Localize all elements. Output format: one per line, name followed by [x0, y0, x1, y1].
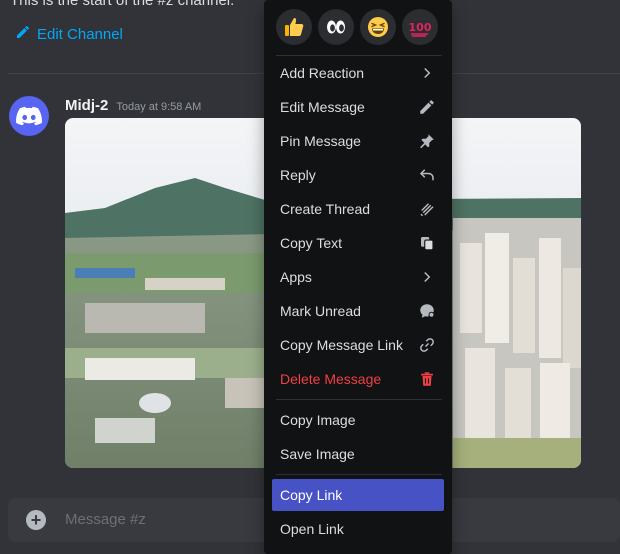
copy-icon	[418, 234, 436, 252]
menu-item-label: Edit Message	[280, 99, 365, 115]
chevron-right-icon	[418, 268, 436, 286]
menu-item-label: Apps	[280, 269, 312, 285]
menu-item-add-reaction[interactable]: Add Reaction	[272, 57, 444, 89]
message-timestamp: Today at 9:58 AM	[116, 101, 202, 113]
channel-intro-text: This is the start of the #z channel.	[10, 0, 235, 9]
menu-item-label: Pin Message	[280, 133, 361, 149]
reaction-thumbs-up[interactable]	[276, 9, 312, 45]
menu-item-pin-message[interactable]: Pin Message	[272, 125, 444, 157]
svg-text:100: 100	[409, 21, 432, 34]
message-author[interactable]: Midj-2	[65, 97, 108, 114]
menu-item-create-thread[interactable]: Create Thread	[272, 193, 444, 225]
message-input[interactable]: Message #z	[65, 511, 146, 528]
hundred-points-icon: 100	[409, 21, 432, 37]
menu-item-edit-message[interactable]: Edit Message	[272, 91, 444, 123]
menu-item-label: Delete Message	[280, 371, 382, 387]
quick-reactions: 100	[276, 9, 438, 45]
reaction-grinning-squinting-face[interactable]	[360, 9, 396, 45]
edit-channel-label: Edit Channel	[37, 25, 123, 43]
menu-item-label: Mark Unread	[280, 303, 361, 319]
link-icon	[418, 336, 436, 354]
thread-icon	[418, 200, 436, 218]
chevron-right-icon	[418, 64, 436, 82]
eyes-icon	[327, 20, 345, 34]
message-context-menu: 100 Add Reaction Edit Message Pin Messag…	[264, 0, 452, 554]
menu-divider	[276, 474, 442, 475]
menu-item-reply[interactable]: Reply	[272, 159, 444, 191]
menu-item-copy-message-link[interactable]: Copy Message Link	[272, 329, 444, 361]
menu-divider	[276, 399, 442, 400]
menu-item-mark-unread[interactable]: Mark Unread	[272, 295, 444, 327]
grinning-squinting-face-icon	[368, 17, 388, 37]
pencil-icon	[418, 98, 436, 116]
trash-icon	[418, 370, 436, 388]
discord-logo-icon	[16, 106, 42, 126]
menu-item-delete-message[interactable]: Delete Message	[272, 363, 444, 395]
reply-icon	[418, 166, 436, 184]
menu-item-label: Copy Message Link	[280, 337, 403, 353]
menu-item-open-link[interactable]: Open Link	[272, 513, 444, 545]
menu-item-copy-link[interactable]: Copy Link	[272, 479, 444, 511]
pin-icon	[418, 132, 436, 150]
mark-unread-icon	[418, 302, 436, 320]
menu-item-label: Copy Image	[280, 412, 356, 428]
menu-divider	[276, 55, 442, 56]
reaction-hundred-points[interactable]: 100	[402, 9, 438, 45]
reaction-eyes[interactable]	[318, 9, 354, 45]
message-header: Midj-2 Today at 9:58 AM	[65, 97, 201, 114]
menu-item-label: Reply	[280, 167, 316, 183]
menu-item-copy-image[interactable]: Copy Image	[272, 404, 444, 436]
edit-channel-link[interactable]: Edit Channel	[15, 24, 123, 44]
menu-item-label: Open Link	[280, 521, 344, 537]
menu-item-label: Add Reaction	[280, 65, 365, 81]
menu-item-save-image[interactable]: Save Image	[272, 438, 444, 470]
avatar[interactable]	[9, 96, 49, 136]
menu-item-apps[interactable]: Apps	[272, 261, 444, 293]
menu-item-label: Create Thread	[280, 201, 371, 217]
pencil-icon	[15, 24, 31, 44]
menu-item-label: Save Image	[280, 446, 355, 462]
menu-item-label: Copy Link	[280, 487, 343, 503]
thumbs-up-icon	[285, 18, 304, 36]
plus-icon: +	[30, 510, 42, 530]
menu-item-copy-text[interactable]: Copy Text	[272, 227, 444, 259]
add-attachment-button[interactable]: +	[26, 510, 46, 530]
menu-item-label: Copy Text	[280, 235, 342, 251]
